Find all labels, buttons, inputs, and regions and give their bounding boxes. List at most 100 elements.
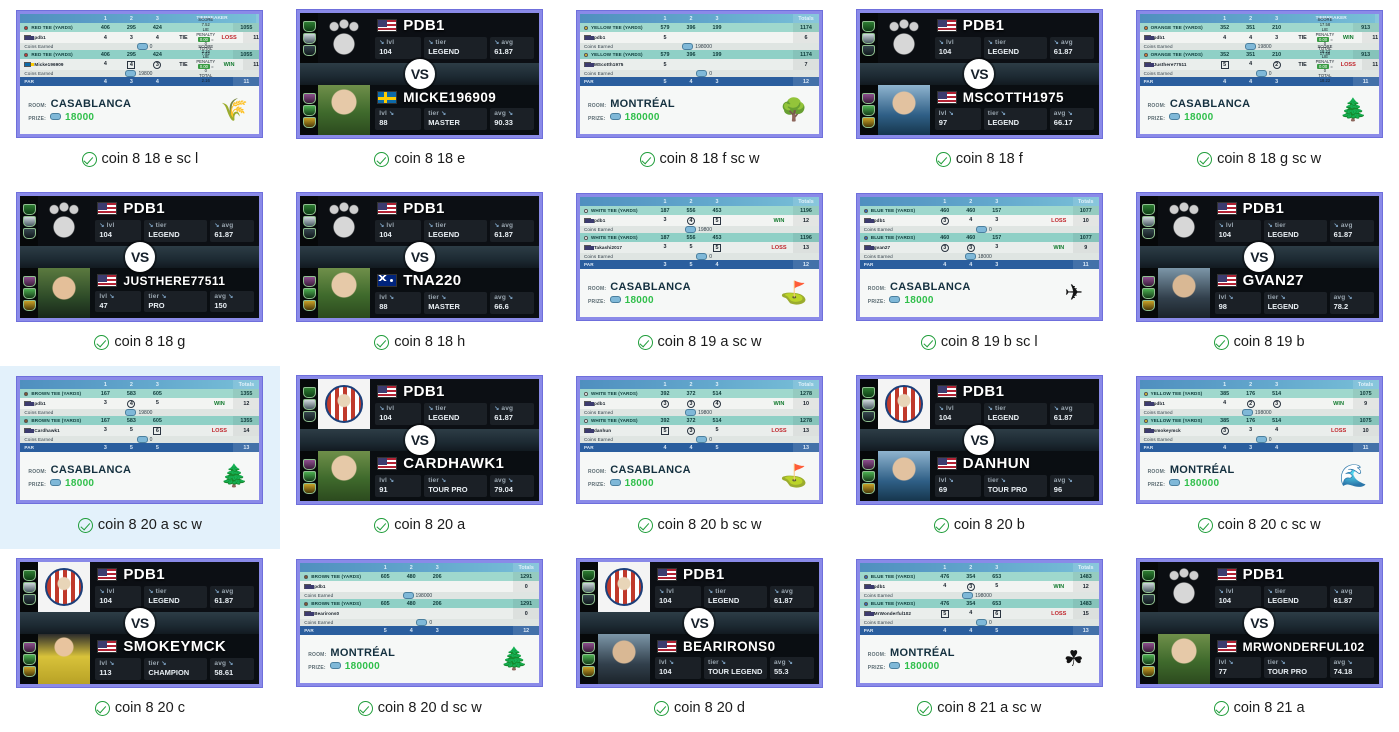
hole-number: 2 xyxy=(409,564,413,571)
gallery-item[interactable]: 1 2 3 Totals YELLOW TEE (YARDS) 579 396 199 1174… xyxy=(560,0,840,183)
gallery-item[interactable]: PDB1 ↘ lvl 104 ↘ tier LEGEND ↘ avg 61.87 VS MSCO… xyxy=(839,0,1119,183)
scorecard-screenshot[interactable]: 1 2 3 Totals YELLOW TEE (YARDS) 579 396 199 1174… xyxy=(576,11,822,137)
thumbnail[interactable]: PDB1 ↘ lvl 104 ↘ tier LEGEND ↘ avg 61.87 VS JUST… xyxy=(0,187,280,327)
vs-matchup-screenshot[interactable]: PDB1 ↘ lvl 104 ↘ tier LEGEND ↘ avg 61.87 VS SMOK… xyxy=(17,559,263,687)
vs-matchup-screenshot[interactable]: PDB1 ↘ lvl 104 ↘ tier LEGEND ↘ avg 61.87 VS MRWO… xyxy=(1136,559,1382,687)
totals-header: Totals xyxy=(792,197,819,206)
gallery-item[interactable]: 123TIEBREAKERTotalsRED TEE (YARDS)406295… xyxy=(0,0,280,183)
thumbnail[interactable]: 123TIEBREAKERTotalsRED TEE (YARDS)406295… xyxy=(0,4,280,144)
coins-earned-row: Coins Earned 19800 xyxy=(1139,43,1379,50)
vs-matchup-screenshot[interactable]: PDB1 ↘ lvl 104 ↘ tier LEGEND ↘ avg 61.87 VS BEAR… xyxy=(576,559,822,687)
thumbnail[interactable]: 1 2 3 Totals BROWN TEE (YARDS) 167 583 605 1355 p… xyxy=(0,370,280,510)
hole-par: 4 xyxy=(689,78,693,85)
vs-matchup-screenshot[interactable]: PDB1 ↘ lvl 104 ↘ tier LEGEND ↘ avg 61.87 VS MSCO… xyxy=(856,10,1102,138)
crossed-clubs-icon: ⛳ xyxy=(780,280,808,305)
thumbnail[interactable]: PDB1 ↘ lvl 104 ↘ tier LEGEND ↘ avg 61.87 VS DANH… xyxy=(839,370,1119,510)
coins-earned-row: Coins Earned 19800 xyxy=(20,409,260,416)
gallery-item[interactable]: 1 2 3 Totals BROWN TEE (YARDS) 605 480 206 1291 p… xyxy=(280,549,560,732)
match-result: WIN xyxy=(773,400,785,407)
player-name: pdb1 xyxy=(34,401,46,406)
coins-earned-label: Coins Earned xyxy=(583,437,614,442)
thumbnail[interactable]: 1 2 3 Totals WHITE TEE (YARDS) 187 556 453 1196 p… xyxy=(560,187,840,327)
hole-par: 4 xyxy=(969,261,973,268)
hole-par: 3 xyxy=(103,444,107,451)
stat-average: avg ↘ 55.3 xyxy=(769,657,814,679)
stat-tier: tier ↘ TOUR LEGEND xyxy=(703,657,767,679)
player-name: pdb1 xyxy=(593,401,606,406)
gallery-item[interactable]: PDB1 ↘ lvl 104 ↘ tier LEGEND ↘ avg 61.87 VS TNA2… xyxy=(280,183,560,366)
vs-matchup-screenshot[interactable]: PDB1 ↘ lvl 104 ↘ tier LEGEND ↘ avg 61.87 VS JUST… xyxy=(17,193,263,321)
thumbnail[interactable]: PDB1 ↘ lvl 104 ↘ tier LEGEND ↘ avg 61.87 VS SMOK… xyxy=(0,553,280,693)
item-caption: coin 8 20 b sc w xyxy=(637,517,761,533)
vs-badge: VS xyxy=(124,242,155,272)
gallery-item[interactable]: 1 2 3 Totals BROWN TEE (YARDS) 167 583 605 1355 p… xyxy=(0,366,280,549)
thumbnail[interactable]: 1 2 3 Totals BROWN TEE (YARDS) 605 480 206 1291 p… xyxy=(280,553,560,693)
match-result: WIN xyxy=(1342,34,1354,41)
rank-badge-icon xyxy=(22,203,36,215)
prize-amount: 18000 xyxy=(904,294,934,306)
scorecard-footer: ROOM: MONTRÉAL PRIZE: 180000 🌳 xyxy=(579,86,819,134)
scorecard-screenshot[interactable]: 1 2 3 Totals WHITE TEE (YARDS) 187 556 453 1196 p… xyxy=(576,194,822,320)
thumbnail[interactable]: PDB1 ↘ lvl 104 ↘ tier LEGEND ↘ avg 61.87 VS TNA2… xyxy=(280,187,560,327)
gallery-item[interactable]: PDB1 ↘ lvl 104 ↘ tier LEGEND ↘ avg 61.87 VS JUST… xyxy=(0,183,280,366)
trend-arrow-icon: ↘ xyxy=(720,660,727,667)
room-name: MONTRÉAL xyxy=(1169,463,1235,476)
trend-arrow-icon: ↘ xyxy=(214,223,220,230)
thumbnail-gallery[interactable]: 123TIEBREAKERTotalsRED TEE (YARDS)406295… xyxy=(0,0,1399,732)
hole-score: 4 xyxy=(943,582,947,589)
player-score-row: pdb1 0 xyxy=(300,581,540,592)
vs-matchup-screenshot[interactable]: PDB1 ↘ lvl 104 ↘ tier LEGEND ↘ avg 61.87 VS TNA2… xyxy=(297,193,543,321)
scorecard-screenshot[interactable]: 1 2 3 Totals BLUE TEE (YARDS) 460 460 157 1077 pd… xyxy=(856,194,1102,320)
thumbnail[interactable]: 1 2 3 Totals WHITE TEE (YARDS) 392 372 514 1278 p… xyxy=(560,370,840,510)
scorecard-screenshot[interactable]: 1 2 3 Totals BLUE TEE (YARDS) 476 354 653 1483 pd… xyxy=(856,560,1102,686)
thumbnail[interactable]: PDB1 ↘ lvl 104 ↘ tier LEGEND ↘ avg 61.87 VS BEAR… xyxy=(560,553,840,693)
vs-matchup-screenshot[interactable]: PDB1 ↘ lvl 104 ↘ tier LEGEND ↘ avg 61.87 VS GVAN… xyxy=(1136,193,1382,321)
vs-badge: VS xyxy=(964,425,995,455)
thumbnail[interactable]: PDB1 ↘ lvl 104 ↘ tier LEGEND ↘ avg 61.87 VS MSCO… xyxy=(839,4,1119,144)
tee-row: ORANGE TEE (YARDS) 352 351 210 913 xyxy=(1139,23,1379,32)
gallery-item[interactable]: 1 2 3 Totals YELLOW TEE (YARDS) 385 176 514 1075… xyxy=(1119,366,1399,549)
scorecard-screenshot[interactable]: 123TIEBREAKERTotalsRED TEE (YARDS)406295… xyxy=(17,11,263,137)
thumbnail[interactable]: 1 2 3 Totals YELLOW TEE (YARDS) 385 176 514 1075… xyxy=(1119,370,1399,510)
scorecard-screenshot[interactable]: 123TIEBREAKERTotalsORANGE TEE (YARDS)352… xyxy=(1136,11,1382,137)
thumbnail[interactable]: 1 2 3 Totals YELLOW TEE (YARDS) 579 396 199 1174… xyxy=(560,4,840,144)
tee-row: WHITE TEE (YARDS) 187 556 453 1196 xyxy=(579,206,819,215)
gallery-item[interactable]: 1 2 3 Totals WHITE TEE (YARDS) 187 556 453 1196 p… xyxy=(560,183,840,366)
gallery-item[interactable]: 1 2 3 Totals WHITE TEE (YARDS) 392 372 514 1278 p… xyxy=(560,366,840,549)
thumbnail[interactable]: 1 2 3 Totals BLUE TEE (YARDS) 460 460 157 1077 pd… xyxy=(839,187,1119,327)
gallery-item[interactable]: PDB1 ↘ lvl 104 ↘ tier LEGEND ↘ avg 61.87 VS DANH… xyxy=(839,366,1119,549)
vs-matchup-screenshot[interactable]: PDB1 ↘ lvl 104 ↘ tier LEGEND ↘ avg 61.87 VS DANH… xyxy=(856,376,1102,504)
thumbnail[interactable]: 123TIEBREAKERTotalsORANGE TEE (YARDS)352… xyxy=(1119,4,1399,144)
caption-text: coin 8 18 h xyxy=(394,334,466,350)
hole-yardage: 206 xyxy=(432,600,442,607)
vs-matchup-screenshot[interactable]: PDB1 ↘ lvl 104 ↘ tier LEGEND ↘ avg 61.87 VS CARD… xyxy=(297,376,543,504)
gallery-item[interactable]: PDB1 ↘ lvl 104 ↘ tier LEGEND ↘ avg 61.87 VS MRWO… xyxy=(1119,549,1399,732)
vs-matchup-screenshot[interactable]: PDB1 ↘ lvl 104 ↘ tier LEGEND ↘ avg 61.87 VS MICK… xyxy=(297,10,543,138)
thumbnail[interactable]: PDB1 ↘ lvl 104 ↘ tier LEGEND ↘ avg 61.87 VS GVAN… xyxy=(1119,187,1399,327)
scorecard-screenshot[interactable]: 1 2 3 Totals WHITE TEE (YARDS) 392 372 514 1278 p… xyxy=(576,377,822,503)
hole-number: 3 xyxy=(715,15,719,22)
scorecard-screenshot[interactable]: 1 2 3 Totals BROWN TEE (YARDS) 605 480 206 1291 p… xyxy=(297,560,543,686)
gallery-item[interactable]: PDB1 ↘ lvl 104 ↘ tier LEGEND ↘ avg 61.87 VS GVAN… xyxy=(1119,183,1399,366)
thumbnail[interactable]: PDB1 ↘ lvl 104 ↘ tier LEGEND ↘ avg 61.87 VS MICK… xyxy=(280,4,560,144)
gallery-item[interactable]: PDB1 ↘ lvl 104 ↘ tier LEGEND ↘ avg 61.87 VS CARD… xyxy=(280,366,560,549)
gallery-item[interactable]: PDB1 ↘ lvl 104 ↘ tier LEGEND ↘ avg 61.87 VS BEAR… xyxy=(560,549,840,732)
gallery-item[interactable]: PDB1 ↘ lvl 104 ↘ tier LEGEND ↘ avg 61.87 VS SMOK… xyxy=(0,549,280,732)
scorecard-screenshot[interactable]: 1 2 3 Totals BROWN TEE (YARDS) 167 583 605 1355 p… xyxy=(17,377,263,503)
thumbnail[interactable]: 1 2 3 Totals BLUE TEE (YARDS) 476 354 653 1483 pd… xyxy=(839,553,1119,693)
trend-arrow-icon: ↘ xyxy=(109,293,115,300)
thumbnail[interactable]: PDB1 ↘ lvl 104 ↘ tier LEGEND ↘ avg 61.87 VS CARD… xyxy=(280,370,560,510)
match-result: WIN xyxy=(223,61,235,68)
player-name: pdb1 xyxy=(1153,35,1165,40)
scorecard-screenshot[interactable]: 1 2 3 Totals YELLOW TEE (YARDS) 385 176 514 1075… xyxy=(1136,377,1382,503)
rank-badge-icon xyxy=(22,227,36,239)
caption-text: coin 8 18 f sc w xyxy=(659,151,760,167)
player-badges xyxy=(300,13,319,63)
tee-label: RED TEE (YARDS) xyxy=(31,52,73,57)
gallery-item[interactable]: 1 2 3 Totals BLUE TEE (YARDS) 476 354 653 1483 pd… xyxy=(839,549,1119,732)
hole-score: 3 xyxy=(995,216,999,223)
gallery-item[interactable]: 1 2 3 Totals BLUE TEE (YARDS) 460 460 157 1077 pd… xyxy=(839,183,1119,366)
thumbnail[interactable]: PDB1 ↘ lvl 104 ↘ tier LEGEND ↘ avg 61.87 VS MRWO… xyxy=(1119,553,1399,693)
gallery-item[interactable]: PDB1 ↘ lvl 104 ↘ tier LEGEND ↘ avg 61.87 VS MICK… xyxy=(280,0,560,183)
gallery-item[interactable]: 123TIEBREAKERTotalsORANGE TEE (YARDS)352… xyxy=(1119,0,1399,183)
